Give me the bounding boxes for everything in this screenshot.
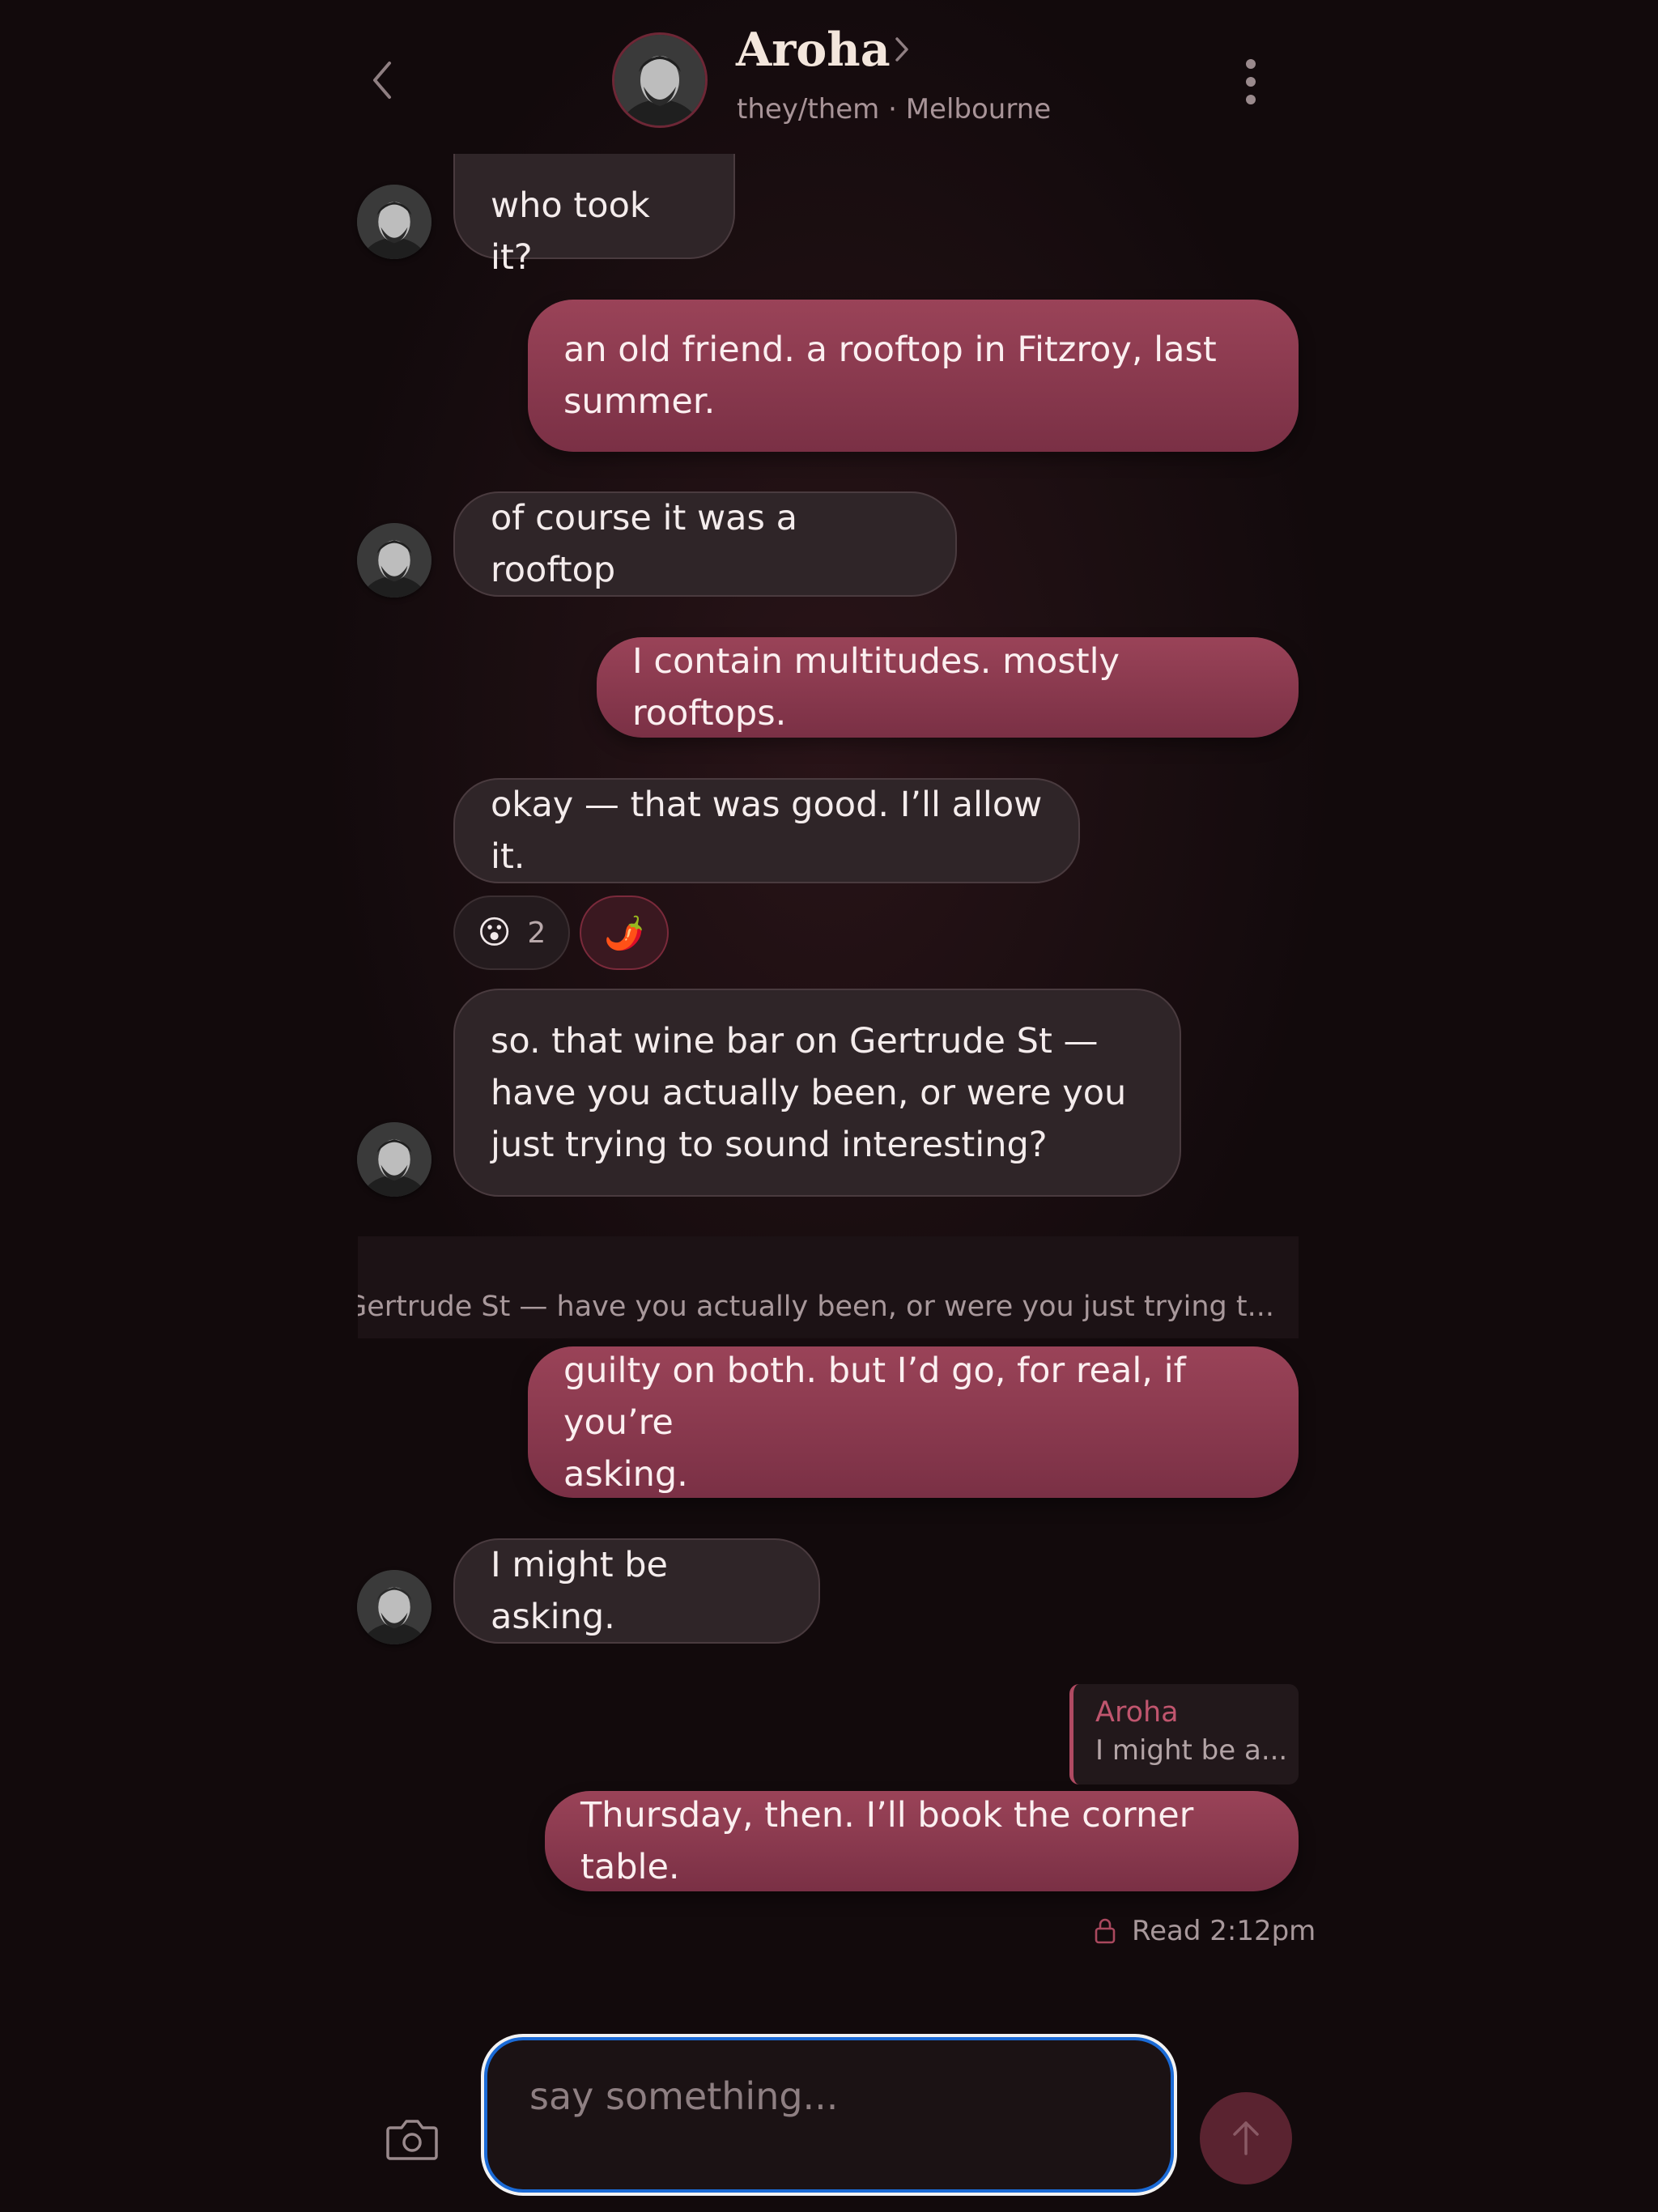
more-vertical-icon (1246, 59, 1256, 104)
message-text: who took it? (491, 185, 650, 278)
message-text: Thursday, then. I’ll book the corner tab… (580, 1795, 1194, 1887)
message-line: asking. (563, 1453, 688, 1495)
back-button[interactable] (363, 53, 402, 107)
message-text: I might be asking. (491, 1545, 669, 1637)
message-bubble-incoming[interactable]: so. that wine bar on Gertrude St — have … (453, 989, 1181, 1197)
message-input[interactable] (487, 2040, 1171, 2129)
avatar (357, 185, 432, 259)
message-bubble-outgoing[interactable]: an old friend. a rooftop in Fitzroy, las… (528, 300, 1299, 452)
read-receipt: Read 2:12pm (1093, 1912, 1316, 1950)
message-line: so. that wine bar on Gertrude St — (491, 1020, 1099, 1061)
reply-preview[interactable]: Aroha I might be a... (1069, 1684, 1299, 1784)
message-bubble-incoming[interactable]: of course it was a rooftop (453, 491, 957, 597)
message-bubble-outgoing[interactable]: I contain multitudes. mostly rooftops. (597, 637, 1299, 738)
message-text: of course it was a rooftop (491, 498, 797, 590)
chevron-right-icon[interactable] (891, 32, 913, 66)
portrait-image (614, 35, 705, 125)
message-bubble-outgoing[interactable]: guilty on both. but I’d go, for real, if… (528, 1346, 1299, 1498)
message-bubble-incoming[interactable]: okay — that was good. I’ll allow it. (453, 778, 1080, 883)
reply-text: I might be a... (1095, 1734, 1288, 1767)
lock-icon (1095, 1918, 1116, 1944)
reaction-chip[interactable]: 😮 2 (453, 895, 570, 970)
contact-name[interactable]: Aroha (736, 16, 891, 84)
message-line: have you actually been, or were you (491, 1072, 1127, 1113)
more-options-button[interactable] (1231, 55, 1271, 108)
reaction-count: 2 (527, 916, 546, 950)
quoted-text: ar on Gertrude St — have you actually be… (358, 1291, 1274, 1323)
reply-author: Aroha (1095, 1696, 1179, 1729)
hot-pepper-icon: 🌶️ (604, 914, 644, 952)
chevron-left-icon (373, 62, 391, 99)
read-status-text: Read 2:12pm (1132, 1915, 1316, 1947)
avatar (357, 1122, 432, 1197)
message-line: summer. (563, 381, 716, 422)
message-line: just trying to sound interesting? (491, 1124, 1048, 1165)
contact-avatar[interactable] (612, 32, 708, 128)
message-text: I contain multitudes. mostly rooftops. (632, 641, 1120, 734)
reaction-chip[interactable]: 🌶️ (580, 895, 669, 970)
message-text: okay — that was good. I’ll allow it. (491, 785, 1043, 877)
send-button[interactable] (1200, 2092, 1292, 2184)
avatar (357, 1570, 432, 1644)
message-line: guilty on both. but I’d go, for real, if… (563, 1350, 1186, 1443)
avatar (357, 523, 432, 598)
camera-icon (386, 2120, 438, 2160)
message-bubble-incoming[interactable]: I might be asking. (453, 1538, 820, 1644)
message-composer[interactable] (484, 2037, 1174, 2193)
arrow-up-icon (1233, 2121, 1259, 2155)
message-bubble-incoming[interactable]: who took it? (453, 154, 735, 278)
astonished-face-icon: 😮 (477, 914, 512, 951)
camera-button[interactable] (385, 2115, 439, 2163)
quoted-message-strip[interactable]: ar on Gertrude St — have you actually be… (358, 1236, 1299, 1338)
message-line: an old friend. a rooftop in Fitzroy, las… (563, 330, 1217, 370)
message-bubble-outgoing[interactable]: Thursday, then. I’ll book the corner tab… (545, 1791, 1299, 1891)
contact-subtitle: they/them · Melbourne (737, 93, 1052, 125)
